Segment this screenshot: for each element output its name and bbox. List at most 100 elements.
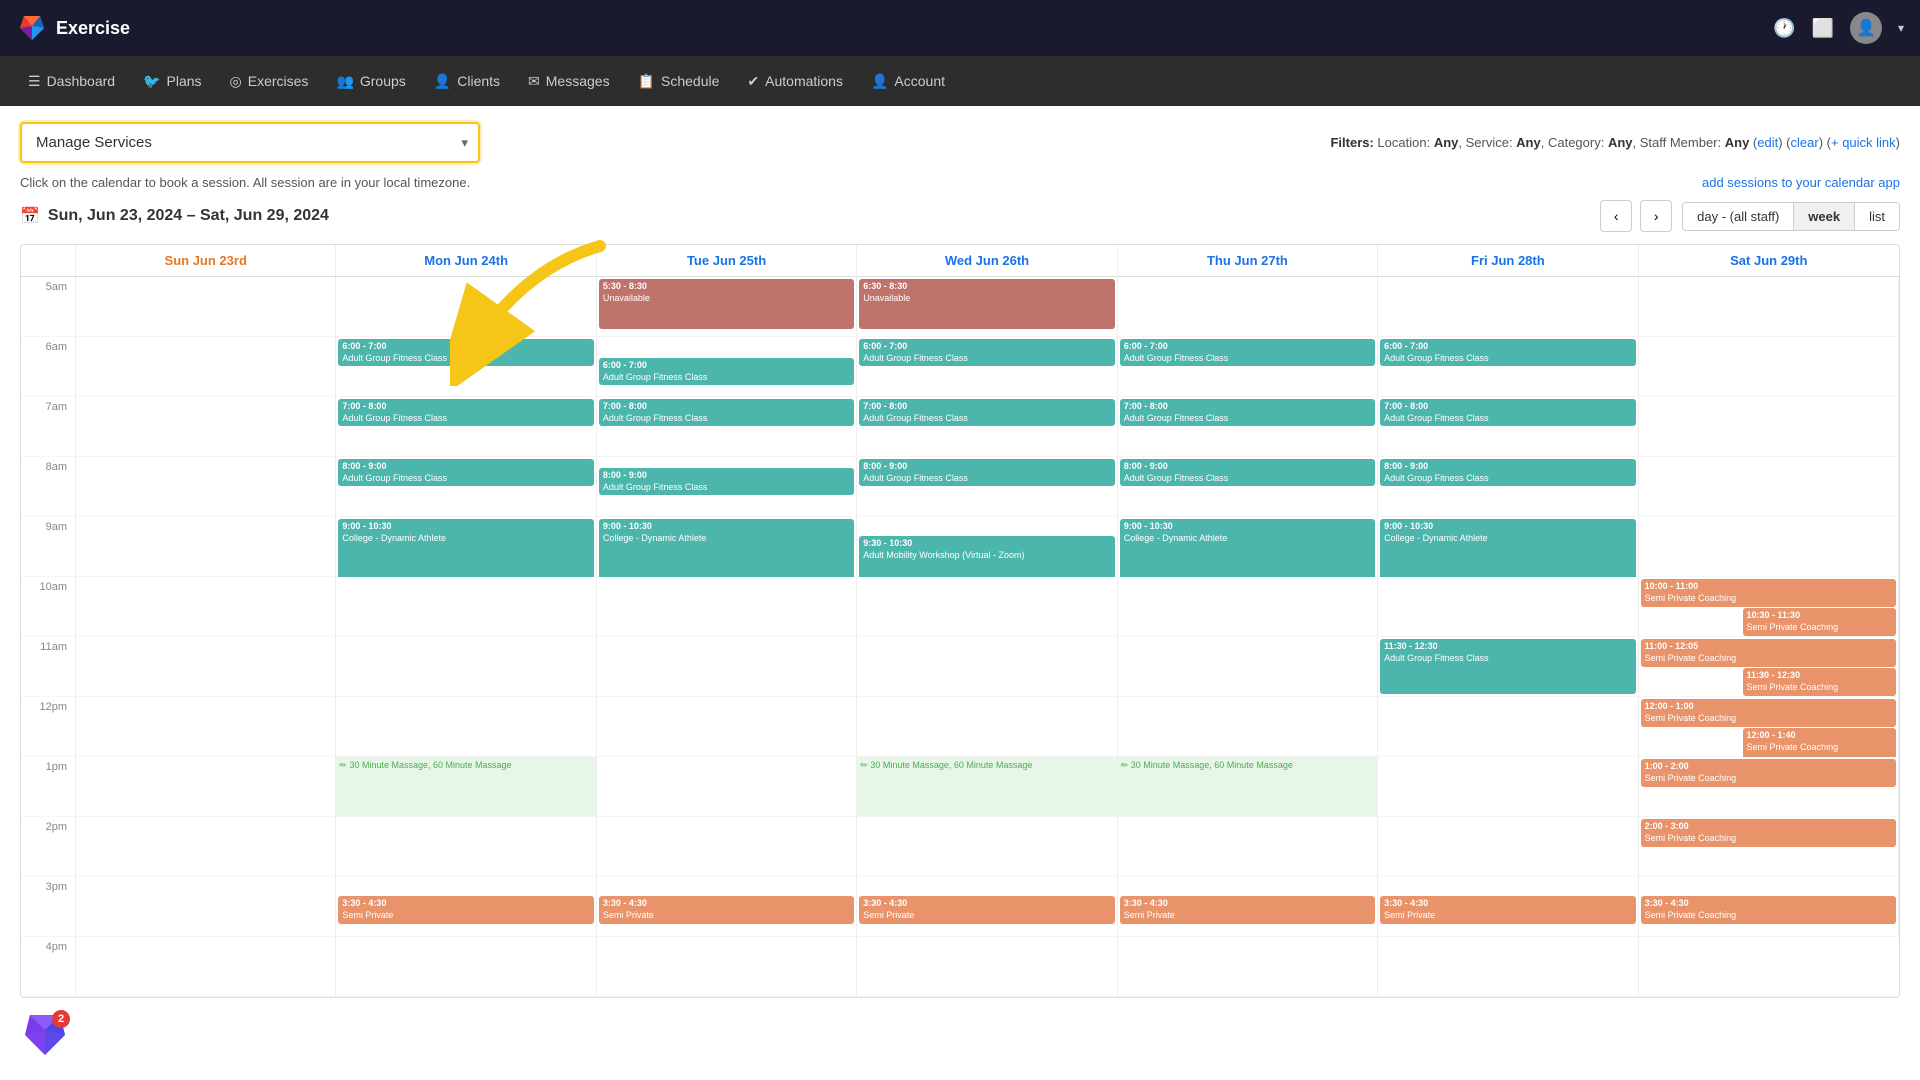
next-week-button[interactable]: ›	[1640, 200, 1672, 232]
cell-sun-8am[interactable]	[76, 457, 336, 517]
cell-mon-8am[interactable]: 8:00 - 9:00 Adult Group Fitness Class	[336, 457, 596, 517]
cell-tue-6am[interactable]: 6:00 - 7:00 Adult Group Fitness Class	[597, 337, 857, 397]
day-view-button[interactable]: day - (all staff)	[1683, 203, 1794, 230]
clear-filter-link[interactable]: clear	[1791, 135, 1819, 150]
event-tue-unavailable[interactable]: 5:30 - 8:30 Unavailable	[599, 279, 854, 329]
prev-week-button[interactable]: ‹	[1600, 200, 1632, 232]
cell-wed-12pm[interactable]	[857, 697, 1117, 757]
cell-tue-8am[interactable]: 8:00 - 9:00 Adult Group Fitness Class	[597, 457, 857, 517]
cell-fri-6am[interactable]: 6:00 - 7:00 Adult Group Fitness Class	[1378, 337, 1638, 397]
event-mon-7am[interactable]: 7:00 - 8:00 Adult Group Fitness Class	[338, 399, 593, 426]
cell-thu-8am[interactable]: 8:00 - 9:00 Adult Group Fitness Class	[1118, 457, 1378, 517]
event-thu-6am[interactable]: 6:00 - 7:00 Adult Group Fitness Class	[1120, 339, 1375, 366]
sidebar-item-schedule[interactable]: 📋 Schedule	[626, 56, 732, 106]
cell-sat-1pm[interactable]: 1:00 - 2:00 Semi Private Coaching	[1639, 757, 1899, 817]
cell-mon-9am[interactable]: 9:00 - 10:30 College - Dynamic Athlete	[336, 517, 596, 577]
event-sat-11am-2[interactable]: 11:30 - 12:30 Semi Private Coaching	[1743, 668, 1896, 696]
cell-sun-10am[interactable]	[76, 577, 336, 637]
cell-thu-1pm[interactable]: ✏ 30 Minute Massage, 60 Minute Massage	[1118, 757, 1378, 817]
event-fri-3pm[interactable]: 3:30 - 4:30 Semi Private	[1380, 896, 1635, 924]
cell-mon-6am[interactable]: 6:00 - 7:00 Adult Group Fitness Class	[336, 337, 596, 397]
cell-tue-4pm[interactable]	[597, 937, 857, 997]
cell-fri-5am[interactable]	[1378, 277, 1638, 337]
event-wed-8am[interactable]: 8:00 - 9:00 Adult Group Fitness Class	[859, 459, 1114, 486]
cell-fri-11am[interactable]: 11:30 - 12:30 Adult Group Fitness Class	[1378, 637, 1638, 697]
event-sat-1pm[interactable]: 1:00 - 2:00 Semi Private Coaching	[1641, 759, 1896, 787]
cell-sat-10am[interactable]: 10:00 - 11:00 Semi Private Coaching 10:3…	[1639, 577, 1899, 637]
event-fri-8am[interactable]: 8:00 - 9:00 Adult Group Fitness Class	[1380, 459, 1635, 486]
cell-sun-6am[interactable]	[76, 337, 336, 397]
cell-thu-12pm[interactable]	[1118, 697, 1378, 757]
account-chevron-icon[interactable]: ▾	[1898, 21, 1904, 35]
cell-tue-5am[interactable]: 5:30 - 8:30 Unavailable	[597, 277, 857, 337]
manage-services-dropdown[interactable]: Manage Services All Services Adult Group…	[20, 122, 480, 163]
sidebar-item-automations[interactable]: ✔ Automations	[735, 56, 855, 106]
add-to-calendar-link[interactable]: add sessions to your calendar app	[1702, 175, 1900, 190]
cell-sun-2pm[interactable]	[76, 817, 336, 877]
event-sat-10am-1[interactable]: 10:00 - 11:00 Semi Private Coaching	[1641, 579, 1896, 607]
cell-wed-2pm[interactable]	[857, 817, 1117, 877]
cell-fri-12pm[interactable]	[1378, 697, 1638, 757]
cell-fri-8am[interactable]: 8:00 - 9:00 Adult Group Fitness Class	[1378, 457, 1638, 517]
cell-tue-1pm[interactable]	[597, 757, 857, 817]
cell-thu-7am[interactable]: 7:00 - 8:00 Adult Group Fitness Class	[1118, 397, 1378, 457]
cell-fri-10am[interactable]	[1378, 577, 1638, 637]
cell-sat-2pm[interactable]: 2:00 - 3:00 Semi Private Coaching	[1639, 817, 1899, 877]
cell-mon-11am[interactable]	[336, 637, 596, 697]
sidebar-item-messages[interactable]: ✉ Messages	[516, 56, 622, 106]
event-fri-7am[interactable]: 7:00 - 8:00 Adult Group Fitness Class	[1380, 399, 1635, 426]
cell-sun-11am[interactable]	[76, 637, 336, 697]
cell-mon-4pm[interactable]	[336, 937, 596, 997]
cell-tue-11am[interactable]	[597, 637, 857, 697]
avatar[interactable]: 👤	[1850, 12, 1882, 44]
cell-wed-4pm[interactable]	[857, 937, 1117, 997]
cell-thu-4pm[interactable]	[1118, 937, 1378, 997]
cell-mon-3pm[interactable]: 3:30 - 4:30 Semi Private	[336, 877, 596, 937]
cell-sat-12pm[interactable]: 12:00 - 1:00 Semi Private Coaching 12:00…	[1639, 697, 1899, 757]
event-sat-3pm[interactable]: 3:30 - 4:30 Semi Private Coaching	[1641, 896, 1896, 924]
event-sat-2pm[interactable]: 2:00 - 3:00 Semi Private Coaching	[1641, 819, 1896, 847]
cell-sat-4pm[interactable]	[1639, 937, 1899, 997]
manage-services-select[interactable]: Manage Services All Services Adult Group…	[22, 124, 478, 161]
cell-mon-12pm[interactable]	[336, 697, 596, 757]
cell-tue-3pm[interactable]: 3:30 - 4:30 Semi Private	[597, 877, 857, 937]
cell-sat-3pm[interactable]: 3:30 - 4:30 Semi Private Coaching	[1639, 877, 1899, 937]
week-view-button[interactable]: week	[1794, 203, 1855, 230]
cell-wed-10am[interactable]	[857, 577, 1117, 637]
window-icon[interactable]: ⬜	[1812, 18, 1834, 39]
cell-wed-11am[interactable]	[857, 637, 1117, 697]
cell-fri-3pm[interactable]: 3:30 - 4:30 Semi Private	[1378, 877, 1638, 937]
event-tue-7am[interactable]: 7:00 - 8:00 Adult Group Fitness Class	[599, 399, 854, 426]
cell-tue-10am[interactable]	[597, 577, 857, 637]
event-sat-11am-1[interactable]: 11:00 - 12:05 Semi Private Coaching	[1641, 639, 1896, 667]
cell-sun-12pm[interactable]	[76, 697, 336, 757]
cell-sat-11am[interactable]: 11:00 - 12:05 Semi Private Coaching 11:3…	[1639, 637, 1899, 697]
cell-sat-9am[interactable]	[1639, 517, 1899, 577]
cell-fri-7am[interactable]: 7:00 - 8:00 Adult Group Fitness Class	[1378, 397, 1638, 457]
cell-wed-9am[interactable]: 9:30 - 10:30 Adult Mobility Workshop (Vi…	[857, 517, 1117, 577]
cell-sun-4pm[interactable]	[76, 937, 336, 997]
event-tue-8am[interactable]: 8:00 - 9:00 Adult Group Fitness Class	[599, 468, 854, 495]
cell-thu-3pm[interactable]: 3:30 - 4:30 Semi Private	[1118, 877, 1378, 937]
clock-icon[interactable]: 🕐	[1773, 18, 1795, 39]
cell-sun-5am[interactable]	[76, 277, 336, 337]
sidebar-item-dashboard[interactable]: ☰ Dashboard	[16, 56, 127, 106]
event-thu-3pm[interactable]: 3:30 - 4:30 Semi Private	[1120, 896, 1375, 924]
event-wed-3pm[interactable]: 3:30 - 4:30 Semi Private	[859, 896, 1114, 924]
cell-sat-6am[interactable]	[1639, 337, 1899, 397]
sidebar-item-account[interactable]: 👤 Account	[859, 56, 957, 106]
cell-sun-1pm[interactable]	[76, 757, 336, 817]
cell-wed-6am[interactable]: 6:00 - 7:00 Adult Group Fitness Class	[857, 337, 1117, 397]
cell-sun-9am[interactable]	[76, 517, 336, 577]
cell-mon-1pm[interactable]: ✏ 30 Minute Massage, 60 Minute Massage	[336, 757, 596, 817]
event-fri-6am[interactable]: 6:00 - 7:00 Adult Group Fitness Class	[1380, 339, 1635, 366]
event-wed-6am[interactable]: 6:00 - 7:00 Adult Group Fitness Class	[859, 339, 1114, 366]
event-wed-unavailable[interactable]: 6:30 - 8:30 Unavailable	[859, 279, 1114, 329]
event-thu-8am[interactable]: 8:00 - 9:00 Adult Group Fitness Class	[1120, 459, 1375, 486]
cell-mon-2pm[interactable]	[336, 817, 596, 877]
cell-fri-1pm[interactable]	[1378, 757, 1638, 817]
cell-fri-2pm[interactable]	[1378, 817, 1638, 877]
cell-fri-4pm[interactable]	[1378, 937, 1638, 997]
edit-filter-link[interactable]: edit	[1757, 135, 1778, 150]
cell-tue-2pm[interactable]	[597, 817, 857, 877]
